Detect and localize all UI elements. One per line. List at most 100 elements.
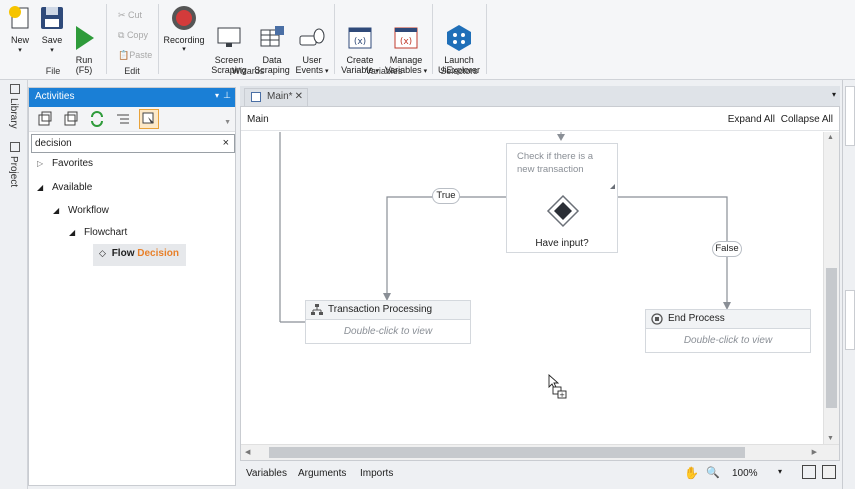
pin-icon[interactable]: ⊥ <box>223 90 231 101</box>
scroll-up-icon[interactable]: ▲ <box>827 134 834 141</box>
project-icon <box>10 142 20 152</box>
expand-all-link[interactable]: Expand All <box>728 114 775 125</box>
activity-header: Transaction Processing <box>306 301 470 320</box>
activities-panel: Activities ▾ ⊥ ▼ decision × ▷ Favorites … <box>28 87 236 486</box>
vertical-scroll-thumb[interactable] <box>826 268 837 408</box>
flowchart-canvas[interactable]: Check if there is a new transaction Have… <box>241 132 823 444</box>
run-button[interactable]: Run (F5) <box>70 4 98 75</box>
vertical-scrollbar[interactable]: ▲ ▼ <box>823 132 839 444</box>
tree-item-flowchart[interactable]: ◢ Flowchart <box>69 227 127 238</box>
copy-label: Copy <box>126 30 148 40</box>
user-events-button[interactable]: User Events ▾ <box>294 4 330 77</box>
list-icon[interactable] <box>115 111 131 127</box>
table-icon <box>258 14 286 47</box>
hand-pan-icon[interactable]: ✋ <box>684 466 699 480</box>
filter-icon[interactable] <box>139 109 159 129</box>
decision-label: Have input? <box>535 238 589 249</box>
search-input[interactable]: decision <box>35 138 72 149</box>
flow-label: Flow <box>111 248 135 259</box>
screen-scraping-button[interactable]: Screen Scraping <box>208 4 250 75</box>
uiexplorer-icon <box>445 14 473 51</box>
tab-main[interactable]: Main* ✕ <box>244 88 308 106</box>
tree-item-available[interactable]: ◢ Available <box>37 182 92 193</box>
user-events-label: User Events <box>295 55 324 75</box>
scroll-down-icon[interactable]: ▼ <box>224 119 231 126</box>
variable-icon: (x) <box>346 14 374 49</box>
manage-variable-icon: (x) <box>392 14 420 49</box>
recording-label: Recording <box>163 35 205 45</box>
true-branch-label[interactable]: True <box>432 188 460 204</box>
file-group-title: File <box>45 66 61 76</box>
new-label: New <box>10 35 29 45</box>
close-tab-icon[interactable]: ✕ <box>295 91 303 102</box>
separator <box>158 4 159 74</box>
fit-to-screen-icon[interactable] <box>802 465 816 479</box>
svg-text:(x): (x) <box>354 37 366 47</box>
ribbon: New ▾ Save ▾ Run (F5) File ✂ Cut ⧉ Copy … <box>0 0 855 80</box>
record-icon <box>170 4 198 32</box>
designer-bottom-bar: Variables Arguments Imports ✋ 🔍 100% ▾ <box>240 462 840 486</box>
variables-tab[interactable]: Variables <box>246 468 287 479</box>
imports-tab[interactable]: Imports <box>360 468 393 479</box>
cut-button[interactable]: ✂ Cut <box>118 10 142 21</box>
wizards-group-title: Wizards <box>231 66 265 76</box>
save-button[interactable]: Save ▾ <box>38 4 66 56</box>
zoom-dropdown-icon[interactable]: ▾ <box>778 467 782 476</box>
arguments-tab[interactable]: Arguments <box>298 468 346 479</box>
monitor-icon <box>215 14 243 47</box>
run-icon <box>70 14 98 50</box>
clear-search-icon[interactable]: × <box>223 137 229 149</box>
collapse-all-icon[interactable] <box>63 111 79 127</box>
breadcrumb[interactable]: Main <box>247 114 269 125</box>
collapse-all-link[interactable]: Collapse All <box>781 114 833 125</box>
launch-uiexplorer-button[interactable]: Launch UiExplorer <box>436 4 482 75</box>
activity-header: End Process <box>646 310 810 329</box>
paste-button[interactable]: 📋Paste <box>118 50 152 61</box>
flowchart-label: Flowchart <box>83 227 128 238</box>
save-icon <box>38 4 66 32</box>
refresh-icon[interactable] <box>89 111 105 127</box>
scroll-right-icon[interactable]: ▶ <box>812 448 817 456</box>
transaction-processing-activity[interactable]: Transaction Processing Double-click to v… <box>305 300 471 344</box>
properties-panel-edge[interactable] <box>845 86 855 146</box>
end-process-hint: Double-click to view <box>683 335 773 346</box>
copy-button[interactable]: ⧉ Copy <box>118 30 148 41</box>
decision-match-label: Decision <box>137 248 179 259</box>
scroll-down-icon[interactable]: ▼ <box>827 435 834 442</box>
cut-label: Cut <box>128 10 143 20</box>
end-process-title: End Process <box>668 313 725 324</box>
tree-item-workflow[interactable]: ◢ Workflow <box>53 205 109 216</box>
end-process-activity[interactable]: End Process Double-click to view <box>645 309 811 353</box>
tree-item-flow-decision[interactable]: ◇ Flow Decision <box>93 244 186 266</box>
recording-button[interactable]: Recording ▾ <box>162 4 206 55</box>
collapse-arrow-icon: ◢ <box>53 206 60 215</box>
zoom-level[interactable]: 100% <box>732 468 758 479</box>
svg-text:(x): (x) <box>400 37 412 47</box>
separator <box>432 4 433 74</box>
decision-diamond-icon <box>546 194 580 228</box>
flow-decision-node[interactable]: Check if there is a new transaction Have… <box>506 143 618 253</box>
horizontal-scroll-thumb[interactable] <box>269 447 745 458</box>
save-label: Save <box>41 35 63 45</box>
tree-item-favorites[interactable]: ▷ Favorites <box>37 158 93 169</box>
data-scraping-button[interactable]: Data Scraping <box>252 4 292 75</box>
panel-menu-icon[interactable]: ▾ <box>215 91 219 100</box>
scroll-left-icon[interactable]: ◀ <box>245 448 250 456</box>
false-branch-label[interactable]: False <box>712 241 742 257</box>
zoom-search-icon[interactable]: 🔍 <box>706 466 720 479</box>
horizontal-scrollbar[interactable]: ◀ ▶ <box>241 444 839 460</box>
mouse-keyboard-icon <box>298 14 326 46</box>
tab-dropdown-icon[interactable]: ▾ <box>832 90 836 99</box>
expand-arrow-icon: ▷ <box>37 159 44 168</box>
activities-header: Activities ▾ ⊥ <box>29 88 235 107</box>
left-side-strip: Library Project <box>0 80 28 489</box>
project-tab[interactable]: Project <box>8 156 19 187</box>
library-tab[interactable]: Library <box>8 98 19 129</box>
overview-icon[interactable] <box>822 465 836 479</box>
new-button[interactable]: New ▾ <box>6 4 34 56</box>
copy-icon: ⧉ <box>118 30 127 40</box>
outline-panel-edge[interactable] <box>845 290 855 350</box>
expand-all-icon[interactable] <box>37 111 53 127</box>
studio-window: New ▾ Save ▾ Run (F5) File ✂ Cut ⧉ Copy … <box>0 0 855 489</box>
svg-text:+: + <box>559 391 565 399</box>
